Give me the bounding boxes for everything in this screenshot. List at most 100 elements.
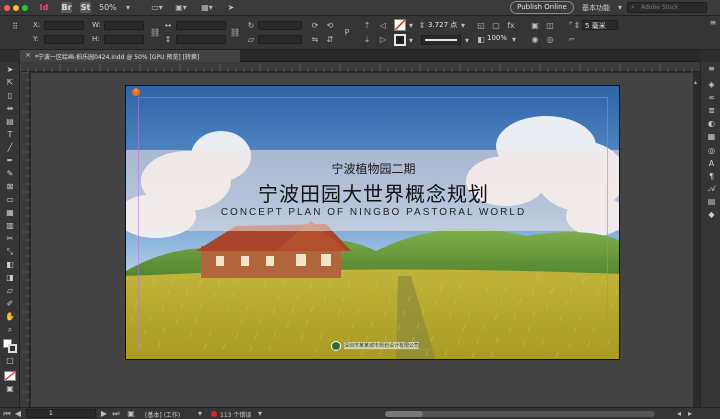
direct-selection-tool-icon[interactable]: ⇱ (4, 78, 16, 88)
shear-icon[interactable]: ▱ (246, 35, 256, 44)
swatches-panel-icon[interactable]: ▦ (706, 132, 717, 142)
color-panel-icon[interactable]: ◐ (706, 119, 717, 129)
text-wrap-none-icon[interactable]: ▣ (530, 21, 540, 30)
previous-page-icon[interactable]: ◀ (14, 409, 22, 418)
text-wrap-panel-icon[interactable]: ▤ (706, 197, 717, 207)
next-page-icon[interactable]: ▶ (100, 409, 108, 418)
close-tab-icon[interactable]: × (25, 51, 31, 59)
select-next-icon[interactable]: ▷ (378, 35, 388, 44)
first-page-icon[interactable]: ⏮ (3, 409, 11, 418)
cc-libraries-icon[interactable]: ◎ (706, 146, 717, 156)
flip-icon[interactable]: P (342, 28, 352, 37)
rectangle-frame-tool-icon[interactable]: ⊠ (4, 182, 16, 192)
select-content-icon[interactable]: ⇣ (362, 35, 372, 44)
workspace-switcher[interactable]: 基本功能 (582, 3, 616, 13)
page-number-field[interactable]: 1 (26, 409, 96, 418)
stroke-type-select[interactable] (421, 35, 461, 45)
select-previous-icon[interactable]: ◁ (378, 21, 388, 30)
opacity-chevron-icon[interactable]: ▾ (510, 35, 518, 44)
glyphs-panel-icon[interactable]: 𝒜 (706, 184, 717, 194)
last-page-icon[interactable]: ⏭ (112, 409, 120, 418)
scroll-left-icon[interactable]: ◂ (675, 409, 683, 418)
note-tool-icon[interactable]: ▱ (4, 286, 16, 296)
stock-button[interactable]: St (80, 2, 91, 13)
pencil-tool-icon[interactable]: ✎ (4, 169, 16, 179)
pages-panel-icon[interactable]: ≡ (706, 64, 717, 74)
content-collector-icon[interactable]: ▤ (4, 117, 16, 127)
opacity-value[interactable]: 100% (487, 34, 509, 42)
hand-tool-icon[interactable]: ✋ (4, 312, 16, 322)
grid-tool-icon[interactable]: ▥ (4, 221, 16, 231)
width-input[interactable] (104, 21, 144, 30)
minimize-window-button[interactable] (13, 5, 19, 11)
fill-none-swatch[interactable] (394, 19, 406, 31)
horizontal-scrollbar[interactable] (385, 411, 655, 417)
stroke-chevron-icon[interactable]: ▾ (407, 36, 415, 45)
preflight-chevron-icon[interactable]: ▾ (256, 409, 264, 418)
profile-chevron-icon[interactable]: ▾ (196, 409, 204, 418)
eyedropper-tool-icon[interactable]: ✐ (4, 299, 16, 309)
share-icon[interactable]: ➤ (226, 3, 236, 12)
zoom-tool-icon[interactable]: ⌕ (4, 325, 16, 335)
opacity-icon[interactable]: ◧ (476, 35, 486, 44)
error-indicator-icon[interactable] (211, 411, 217, 417)
fill-chevron-icon[interactable]: ▾ (407, 21, 415, 30)
stroke-weight-chevron-icon[interactable]: ▾ (459, 21, 467, 30)
links-panel-icon[interactable]: ∞ (706, 93, 717, 103)
bridge-button[interactable]: Br (61, 2, 72, 13)
arrange-documents-icon[interactable]: ▦▾ (200, 3, 214, 12)
chevron-down-icon[interactable]: ▾ (124, 3, 132, 12)
flip-vertical-icon[interactable]: ⇵ (325, 35, 335, 44)
document-tab[interactable]: × *宁波一区绘画-拍乐园0424.indd @ 50% [GPU 预览] [转… (20, 50, 240, 62)
zoom-window-button[interactable] (22, 5, 28, 11)
rotate-ccw-icon[interactable]: ⟲ (325, 21, 335, 30)
auto-fit-icon[interactable]: ◎ (545, 35, 555, 44)
vertical-scrollbar[interactable]: ▴ (693, 73, 700, 407)
reference-point-icon[interactable]: ⠿ (10, 22, 20, 31)
line-tool-icon[interactable]: ╱ (4, 143, 16, 153)
scissors-tool-icon[interactable]: ✂ (4, 234, 16, 244)
pen-tool-icon[interactable]: ✒ (4, 156, 16, 166)
character-panel-icon[interactable]: A (706, 159, 717, 169)
rotation-input[interactable] (258, 21, 302, 30)
company-name[interactable]: 深圳市某某城市规划设计有限公司 (344, 342, 420, 349)
screen-mode-tool-icon[interactable]: ▣ (4, 384, 16, 394)
formatting-container-icon[interactable]: □ (4, 356, 16, 366)
flip-horizontal-icon[interactable]: ⇋ (310, 35, 320, 44)
panel-menu-icon[interactable]: ≡ (708, 18, 718, 27)
corner-size-input[interactable]: 5 毫米 (582, 20, 618, 30)
view-options-icon[interactable]: ▭▾ (150, 3, 164, 12)
select-container-icon[interactable]: ⇡ (362, 21, 372, 30)
scale-link-icon[interactable]: ⛓ (230, 28, 240, 37)
corner-shape-icon[interactable]: ⌐ (567, 35, 577, 44)
workspace-chevron-icon[interactable]: ▾ (616, 3, 624, 12)
drop-shadow-icon[interactable]: ◱ (476, 21, 486, 30)
paragraph-panel-icon[interactable]: ¶ (706, 172, 717, 182)
preflight-profile[interactable]: [基本] (工作) (145, 410, 180, 419)
rectangle-tool-icon[interactable]: ▭ (4, 195, 16, 205)
page-english-title[interactable]: CONCEPT PLAN OF NINGBO PASTORAL WORLD (126, 207, 619, 218)
scroll-right-icon[interactable]: ▸ (686, 409, 694, 418)
gap-tool-icon[interactable]: ⇹ (4, 104, 16, 114)
screen-mode-icon[interactable]: ▣▾ (174, 3, 188, 12)
x-position-input[interactable] (44, 21, 84, 30)
height-input[interactable] (104, 35, 144, 44)
close-window-button[interactable] (4, 5, 10, 11)
y-position-input[interactable] (44, 35, 84, 44)
stroke-weight-value[interactable]: 3.727 点 (428, 20, 458, 30)
gradient-feather-tool-icon[interactable]: ◨ (4, 273, 16, 283)
scale-y-input[interactable] (176, 35, 226, 44)
document-page[interactable]: 宁波植物园二期 宁波田园大世界概念规划 CONCEPT PLAN OF NING… (125, 85, 620, 360)
selection-tool-icon[interactable]: ➤ (4, 65, 16, 75)
rotate-cw-icon[interactable]: ⟳ (310, 21, 320, 30)
table-tool-icon[interactable]: ▦ (4, 208, 16, 218)
fx-icon[interactable]: fx (506, 21, 516, 30)
rotate-icon[interactable]: ↻ (246, 21, 256, 30)
gradient-tool-icon[interactable]: ◧ (4, 260, 16, 270)
zoom-level[interactable]: 50% (99, 3, 121, 13)
layers-panel-icon[interactable]: ◈ (706, 80, 717, 90)
horizontal-ruler[interactable] (19, 62, 700, 72)
text-wrap-bbox-icon[interactable]: ◫ (545, 21, 555, 30)
free-transform-tool-icon[interactable]: ⤡ (4, 247, 16, 257)
scrollbar-thumb[interactable] (385, 411, 423, 417)
